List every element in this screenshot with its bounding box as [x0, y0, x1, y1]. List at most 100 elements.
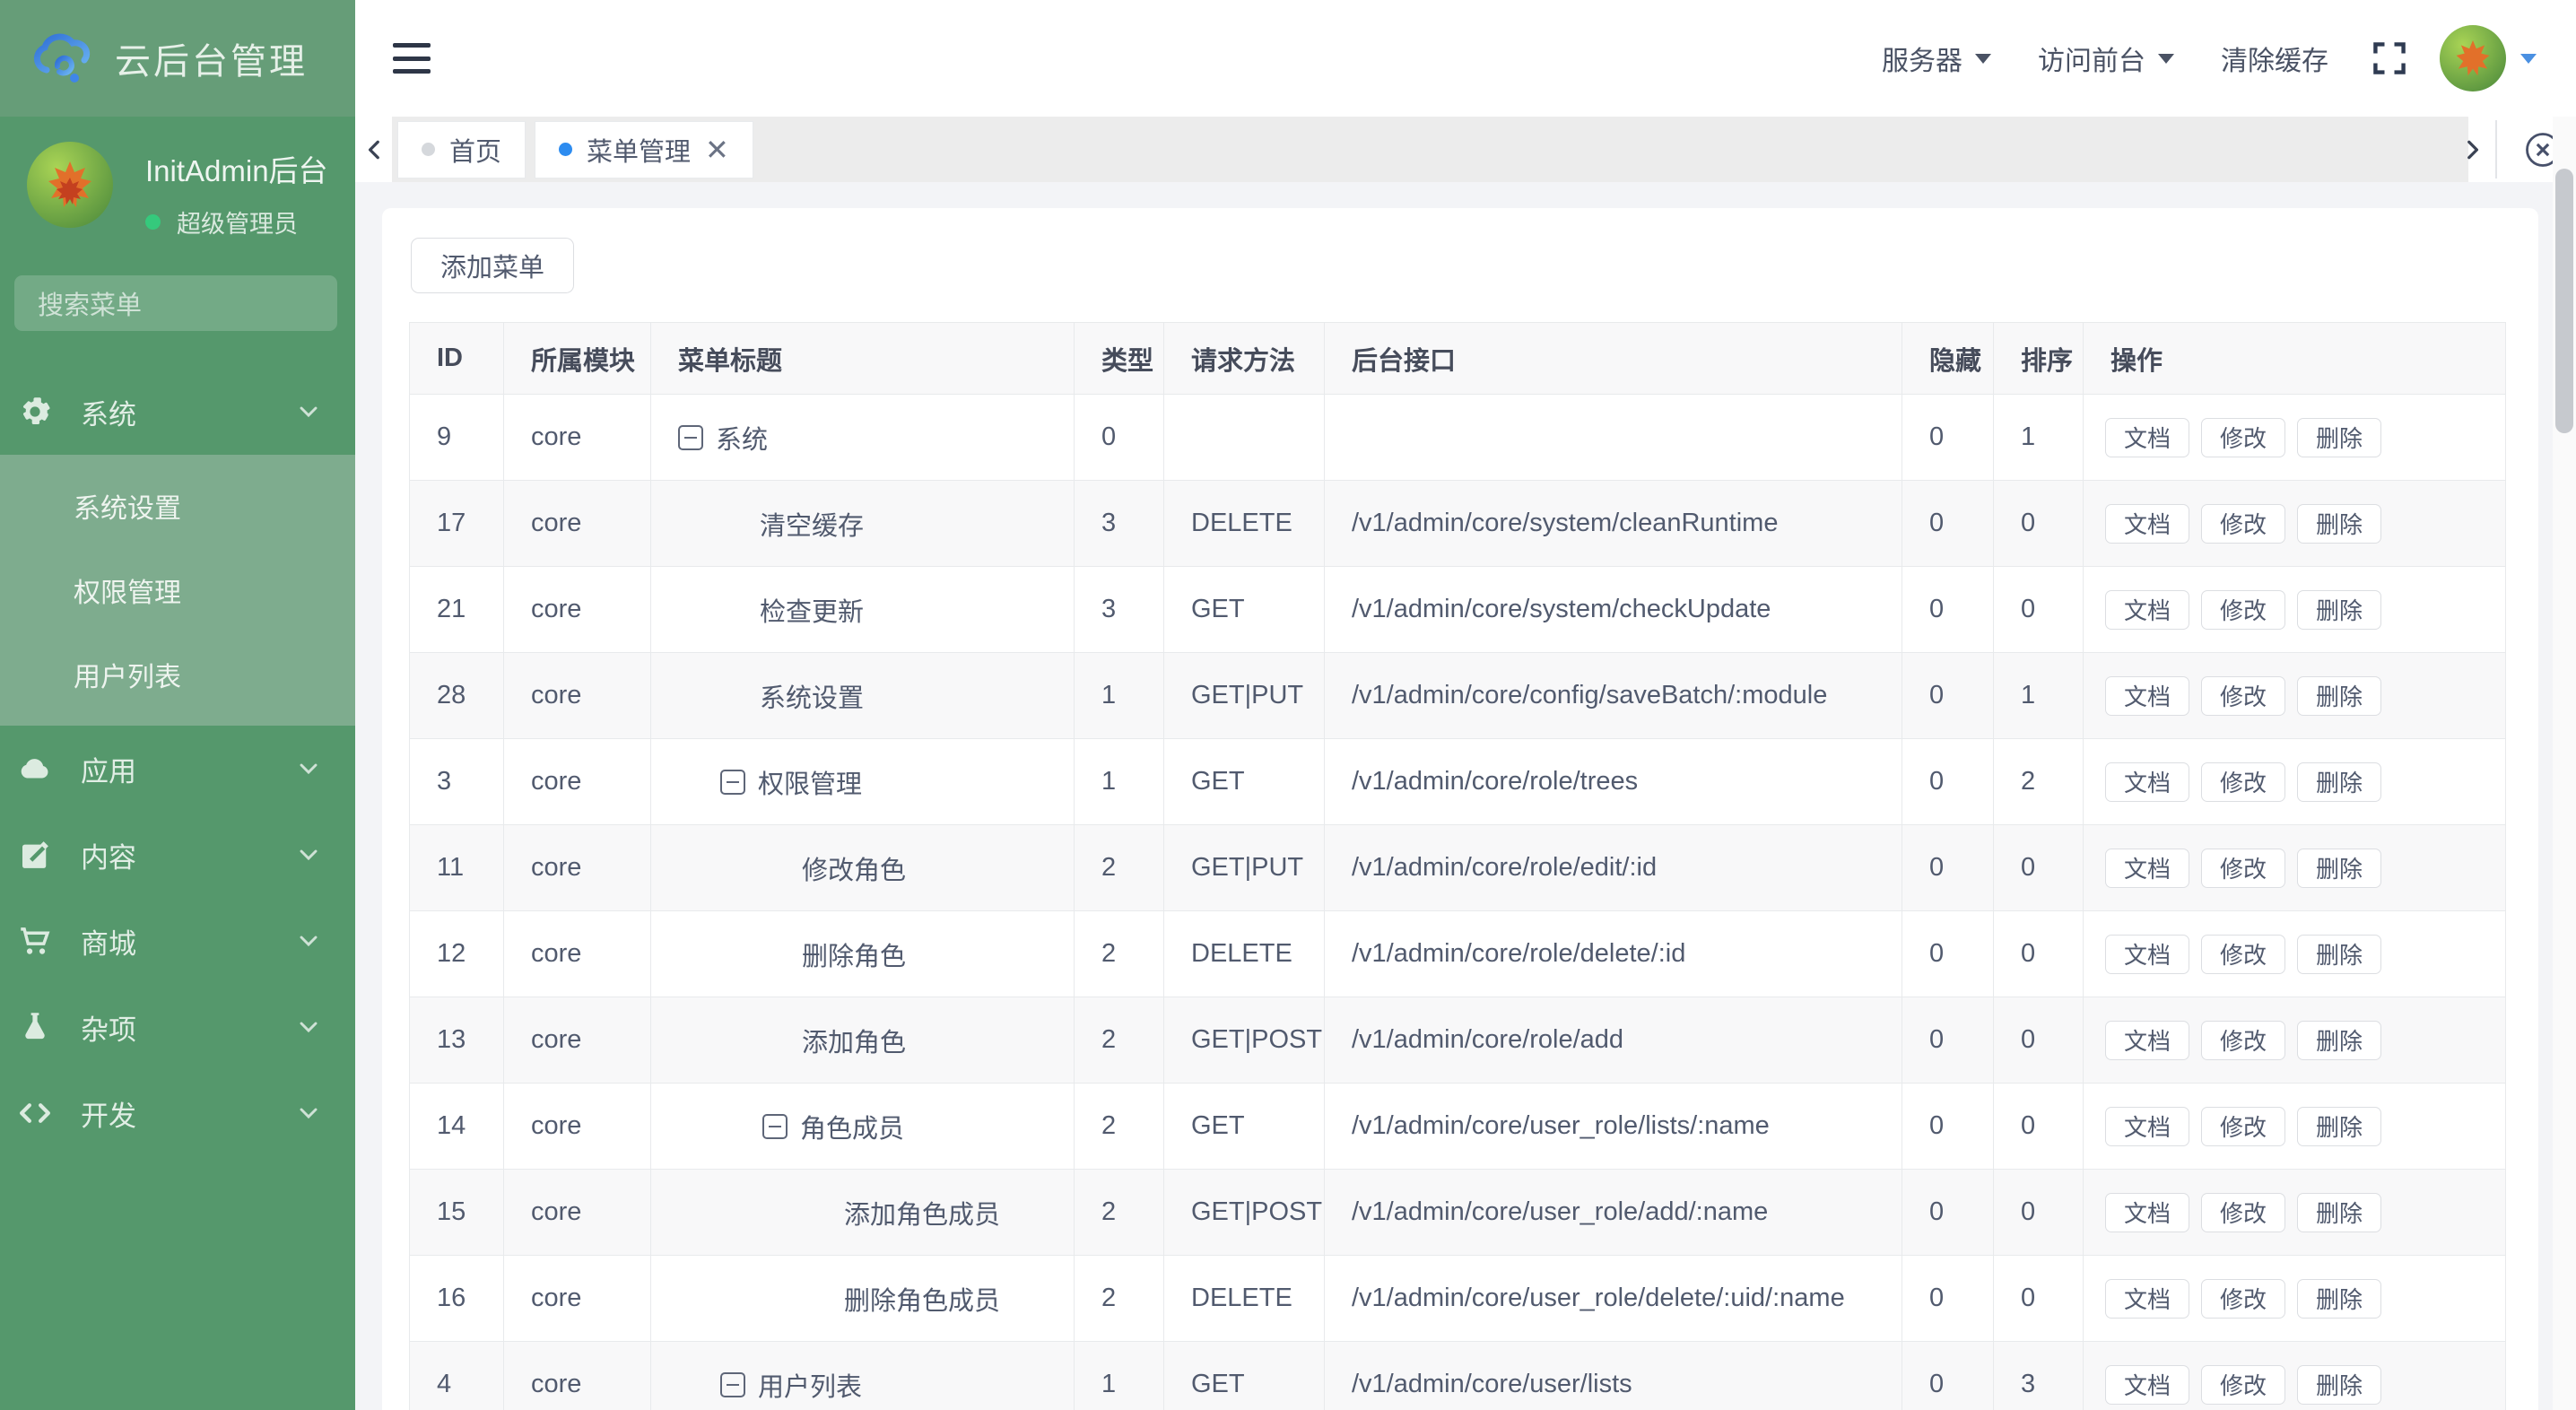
collapse-icon[interactable] — [720, 1372, 745, 1397]
doc-button[interactable]: 文档 — [2105, 1021, 2189, 1060]
delete-button[interactable]: 删除 — [2297, 504, 2381, 544]
edit-button[interactable]: 修改 — [2201, 418, 2285, 457]
tabbar-divider — [2495, 120, 2497, 178]
delete-button[interactable]: 删除 — [2297, 935, 2381, 974]
cell-method: GET|POST — [1164, 997, 1325, 1084]
delete-button[interactable]: 删除 — [2297, 590, 2381, 630]
cell-sort: 1 — [1994, 653, 2084, 739]
cell-actions: 文档修改删除 — [2084, 911, 2506, 997]
page-scrollbar[interactable] — [2553, 117, 2576, 1410]
add-menu-button[interactable]: 添加菜单 — [411, 238, 574, 293]
sidebar-toggle-button[interactable] — [393, 43, 431, 74]
delete-button[interactable]: 删除 — [2297, 1021, 2381, 1060]
edit-button[interactable]: 修改 — [2201, 676, 2285, 716]
topbar: 服务器 访问前台 清除缓存 — [355, 0, 2576, 117]
delete-button[interactable]: 删除 — [2297, 418, 2381, 457]
sidebar-item-permission-mgmt[interactable]: 权限管理 — [0, 548, 355, 632]
sidebar-item-content[interactable]: 内容 — [0, 812, 355, 898]
edit-button[interactable]: 修改 — [2201, 1365, 2285, 1405]
code-icon — [16, 1094, 54, 1132]
doc-button[interactable]: 文档 — [2105, 504, 2189, 544]
topbar-avatar[interactable] — [2440, 25, 2506, 91]
edit-button[interactable]: 修改 — [2201, 590, 2285, 630]
delete-button[interactable]: 删除 — [2297, 1107, 2381, 1146]
submenu-item-label: 用户列表 — [74, 655, 181, 694]
doc-button[interactable]: 文档 — [2105, 1279, 2189, 1319]
table-row: 15core添加角色成员2GET|POST/v1/admin/core/user… — [410, 1170, 2506, 1256]
tab-label: 菜单管理 — [587, 131, 691, 169]
menu-search-input[interactable]: 搜索菜单 — [14, 275, 337, 331]
delete-button[interactable]: 删除 — [2297, 1193, 2381, 1232]
doc-button[interactable]: 文档 — [2105, 849, 2189, 888]
menu-title-text: 删除角色成员 — [844, 1280, 1000, 1318]
cell-hidden: 0 — [1902, 825, 1994, 911]
delete-button[interactable]: 删除 — [2297, 849, 2381, 888]
cell-type: 2 — [1075, 997, 1164, 1084]
user-dropdown-caret-icon[interactable] — [2520, 54, 2537, 64]
user-panel: InitAdmin后台 超级管理员 — [0, 117, 355, 239]
cell-module: core — [504, 739, 651, 825]
delete-button[interactable]: 删除 — [2297, 1279, 2381, 1319]
collapse-icon[interactable] — [762, 1114, 788, 1139]
tab-home[interactable]: 首页 — [397, 121, 526, 178]
menu-title-text: 清空缓存 — [760, 505, 864, 543]
column-header-5: 后台接口 — [1325, 323, 1902, 395]
tab-close-icon[interactable]: ✕ — [705, 135, 729, 164]
edit-button[interactable]: 修改 — [2201, 1021, 2285, 1060]
edit-button[interactable]: 修改 — [2201, 1193, 2285, 1232]
doc-button[interactable]: 文档 — [2105, 590, 2189, 630]
cell-title: 权限管理 — [651, 739, 1075, 825]
sidebar-item-user-list[interactable]: 用户列表 — [0, 632, 355, 717]
delete-button[interactable]: 删除 — [2297, 676, 2381, 716]
content-card: 添加菜单 ID所属模块菜单标题类型请求方法后台接口隐藏排序操作 9core系统0… — [382, 208, 2538, 1410]
menu-title-text: 添加角色成员 — [844, 1194, 1000, 1232]
sidebar-item-apps[interactable]: 应用 — [0, 726, 355, 812]
sidebar-item-system-settings[interactable]: 系统设置 — [0, 464, 355, 548]
cell-sort: 0 — [1994, 1256, 2084, 1342]
user-avatar[interactable] — [27, 142, 113, 228]
delete-button[interactable]: 删除 — [2297, 1365, 2381, 1405]
doc-button[interactable]: 文档 — [2105, 1107, 2189, 1146]
edit-button[interactable]: 修改 — [2201, 849, 2285, 888]
edit-button[interactable]: 修改 — [2201, 504, 2285, 544]
column-header-8: 操作 — [2084, 323, 2506, 395]
edit-button[interactable]: 修改 — [2201, 1279, 2285, 1319]
sidebar: 云后台管理 InitAdmin后台 — [0, 0, 355, 1410]
fullscreen-icon[interactable] — [2370, 39, 2409, 78]
doc-button[interactable]: 文档 — [2105, 676, 2189, 716]
edit-button[interactable]: 修改 — [2201, 762, 2285, 802]
doc-button[interactable]: 文档 — [2105, 1365, 2189, 1405]
chevron-down-icon — [294, 927, 323, 955]
sidebar-item-misc[interactable]: 杂项 — [0, 984, 355, 1070]
scrollbar-thumb[interactable] — [2555, 169, 2573, 433]
cell-sort: 0 — [1994, 567, 2084, 653]
delete-button[interactable]: 删除 — [2297, 762, 2381, 802]
doc-button[interactable]: 文档 — [2105, 762, 2189, 802]
cell-title: 清空缓存 — [651, 481, 1075, 567]
sidebar-item-dev[interactable]: 开发 — [0, 1070, 355, 1156]
doc-button[interactable]: 文档 — [2105, 418, 2189, 457]
doc-button[interactable]: 文档 — [2105, 1193, 2189, 1232]
edit-button[interactable]: 修改 — [2201, 1107, 2285, 1146]
collapse-icon[interactable] — [678, 425, 703, 450]
cell-title: 检查更新 — [651, 567, 1075, 653]
sidebar-item-mall[interactable]: 商城 — [0, 898, 355, 984]
collapse-icon[interactable] — [720, 770, 745, 795]
tab-menu-management[interactable]: 菜单管理 ✕ — [535, 121, 753, 178]
chevron-down-icon — [294, 1099, 323, 1127]
edit-button[interactable]: 修改 — [2201, 935, 2285, 974]
clear-cache-button[interactable]: 清除缓存 — [2221, 39, 2328, 78]
doc-button[interactable]: 文档 — [2105, 935, 2189, 974]
app-window: 云后台管理 InitAdmin后台 — [0, 0, 2576, 1410]
sidebar-item-label: 内容 — [81, 835, 136, 875]
table-row: 17core清空缓存3DELETE/v1/admin/core/system/c… — [410, 481, 2506, 567]
tabs-scroll-right-button[interactable] — [2454, 117, 2490, 182]
cell-actions: 文档修改删除 — [2084, 395, 2506, 481]
visit-front-menu[interactable]: 访问前台 — [2038, 39, 2174, 78]
cell-type: 1 — [1075, 1342, 1164, 1410]
sidebar-item-system[interactable]: 系统 — [0, 369, 355, 455]
cell-method: GET|PUT — [1164, 825, 1325, 911]
tabs-scroll-left-button[interactable] — [357, 117, 393, 182]
server-menu[interactable]: 服务器 — [1882, 39, 1991, 78]
tab-label: 首页 — [449, 131, 501, 169]
